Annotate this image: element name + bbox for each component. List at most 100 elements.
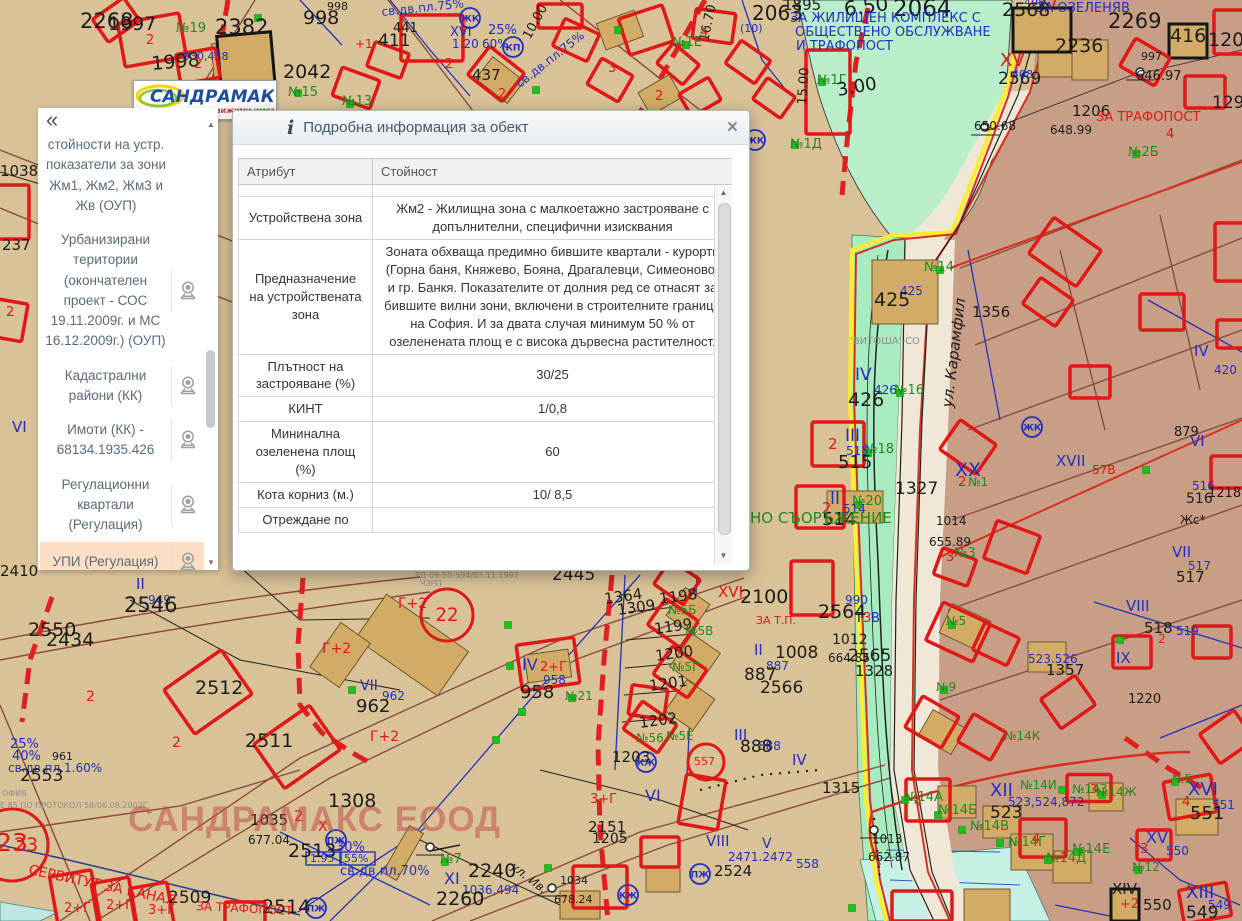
map-label: 998 bbox=[327, 0, 348, 13]
map-label: 1203 bbox=[612, 748, 650, 766]
green-point-marker bbox=[849, 905, 856, 912]
layer-item[interactable]: Кадастрални райони (КК) bbox=[40, 359, 204, 414]
scroll-up-icon[interactable]: ▲ bbox=[715, 187, 732, 199]
map-label: 1034 bbox=[560, 874, 588, 887]
close-icon[interactable]: × bbox=[727, 117, 738, 139]
scrollbar-thumb[interactable] bbox=[206, 350, 215, 428]
value-cell: Зоната обхваща предимно бившите квартали… bbox=[373, 239, 733, 354]
layer-item-label: Имоти (КК) - 68134.1935.426 bbox=[40, 413, 171, 468]
map-label: 650.68 bbox=[974, 119, 1016, 133]
attribute-cell: Предназначение на устройствената зона bbox=[239, 239, 373, 354]
layer-item[interactable]: Урбанизирани територии (окончателен прое… bbox=[40, 223, 204, 359]
layer-item[interactable]: УПИ (Регулация) bbox=[40, 542, 204, 570]
scroll-down-icon[interactable]: ▼ bbox=[205, 558, 217, 568]
map-label: 420 bbox=[1214, 363, 1237, 377]
map-label: 426 bbox=[848, 389, 884, 411]
map-label: 2434 bbox=[46, 629, 94, 651]
map-label: 425 bbox=[874, 289, 910, 311]
scrollbar-thumb[interactable] bbox=[718, 203, 731, 535]
value-cell: 10/ 8,5 bbox=[373, 483, 733, 508]
map-label: 648.99 bbox=[1050, 123, 1092, 137]
green-point-marker bbox=[349, 687, 356, 694]
map-label: 888 bbox=[740, 737, 772, 757]
layer-item-label: Регулационни квартали (Регулация) bbox=[40, 468, 171, 543]
map-label: 411 bbox=[378, 31, 410, 51]
value-cell: Жм2 - Жилищна зона с малкоетажно застроя… bbox=[373, 197, 733, 240]
map-label: №3 bbox=[954, 546, 976, 561]
green-point-marker bbox=[493, 737, 500, 744]
map-label: №21 bbox=[565, 689, 593, 703]
scroll-down-icon[interactable]: ▼ bbox=[715, 550, 732, 562]
zoom-to-layer-pin-icon[interactable] bbox=[171, 271, 204, 311]
panel-scrollbar[interactable]: ▲ ▼ bbox=[205, 120, 217, 568]
map-label: НО СЪОРЪЖЕНИЕ bbox=[750, 509, 892, 527]
collapse-panel-button[interactable]: « bbox=[46, 108, 58, 132]
map-label: №2Б bbox=[1128, 145, 1159, 160]
map-label: 2566 bbox=[760, 678, 803, 698]
map-label: 2553 bbox=[20, 766, 63, 786]
map-label: №7 bbox=[440, 852, 462, 867]
map-label: №1 bbox=[968, 475, 988, 489]
map-label: 57В bbox=[1092, 463, 1116, 477]
map-label: 237 bbox=[2, 236, 31, 254]
map-label: 437 bbox=[472, 66, 501, 84]
green-point-marker bbox=[533, 87, 540, 94]
green-point-marker bbox=[1143, 467, 1150, 474]
map-label: 961 bbox=[52, 750, 73, 763]
value-cell: 30/25 bbox=[373, 354, 733, 397]
map-label: 962 bbox=[356, 696, 390, 717]
map-label: 1328 bbox=[855, 662, 893, 680]
map-label: 2 bbox=[958, 475, 966, 490]
layer-item[interactable]: стойности на устр. показатели за зони Жм… bbox=[40, 132, 204, 223]
layer-item[interactable]: Имоти (КК) - 68134.1935.426 bbox=[40, 413, 204, 468]
map-label: №14Ж bbox=[1096, 785, 1137, 799]
map-label: XI bbox=[444, 869, 460, 888]
zoom-to-layer-pin-icon[interactable] bbox=[171, 366, 204, 406]
map-label: +2 bbox=[1120, 897, 1139, 912]
map-label: 2382 bbox=[215, 15, 268, 39]
map-label: №5В bbox=[685, 624, 713, 638]
attribute-cell: Мининална озеленена площ (%) bbox=[239, 422, 373, 483]
scroll-up-icon[interactable]: ▲ bbox=[205, 120, 217, 130]
object-info-dialog: i Подробна информация за обект × Атрибут… bbox=[232, 110, 750, 571]
zoom-to-layer-pin-icon[interactable] bbox=[171, 542, 204, 570]
map-label: Г+2 bbox=[398, 596, 427, 612]
map-label: ЗА Т.П. bbox=[756, 614, 796, 627]
map-label: IV bbox=[1194, 342, 1209, 360]
map-label: №16 bbox=[894, 383, 924, 398]
map-label: 549 bbox=[1186, 903, 1218, 921]
map-label: 2 bbox=[828, 435, 838, 453]
dialog-titlebar: i Подробна информация за обект × bbox=[233, 111, 749, 145]
column-header-value: Стойност bbox=[373, 159, 733, 185]
utility-symbol-text: ЖК bbox=[1023, 424, 1042, 434]
map-label: VI bbox=[1190, 432, 1205, 450]
map-label: ЗА ТРАФОПОСТ bbox=[1096, 110, 1201, 125]
map-label: №5 bbox=[946, 614, 966, 628]
attribute-cell: Отреждане по bbox=[239, 508, 373, 533]
map-label: №1Е bbox=[672, 35, 702, 50]
map-label: 2236 bbox=[1055, 35, 1103, 57]
attribute-cell: Кота корниз (м.) bbox=[239, 483, 373, 508]
layer-item[interactable]: Регулационни квартали (Регулация) bbox=[40, 468, 204, 543]
zoom-to-layer-pin-icon[interactable] bbox=[171, 485, 204, 525]
attribute-table-wrapper: Атрибут Стойност Устройствена зонаЖм2 - … bbox=[238, 158, 732, 564]
dialog-scrollbar[interactable]: ▲ ▼ bbox=[714, 185, 732, 564]
green-point-marker bbox=[519, 709, 526, 716]
map-label: 1205 bbox=[1208, 29, 1242, 51]
table-row: КИНТ1/0,8 bbox=[239, 397, 733, 422]
map-label: №14В bbox=[970, 819, 1009, 834]
survey-point-icon bbox=[426, 843, 434, 851]
map-label: И ТРАФОПОСТ bbox=[796, 39, 893, 54]
map-label: 2+Г bbox=[64, 901, 91, 916]
zoom-to-layer-pin-icon[interactable] bbox=[171, 420, 204, 460]
table-row-partial bbox=[239, 185, 733, 197]
map-label: XIV bbox=[1112, 880, 1138, 898]
map-label: 2269 bbox=[1108, 9, 1161, 33]
map-label: 515 bbox=[838, 452, 872, 473]
map-label: 558 bbox=[796, 857, 819, 871]
map-label: №14К bbox=[1004, 729, 1041, 743]
map-label: №9 bbox=[936, 680, 956, 694]
map-label: 997 bbox=[1141, 50, 1162, 63]
map-label: 2512 bbox=[195, 677, 243, 699]
green-point-marker bbox=[507, 663, 514, 670]
